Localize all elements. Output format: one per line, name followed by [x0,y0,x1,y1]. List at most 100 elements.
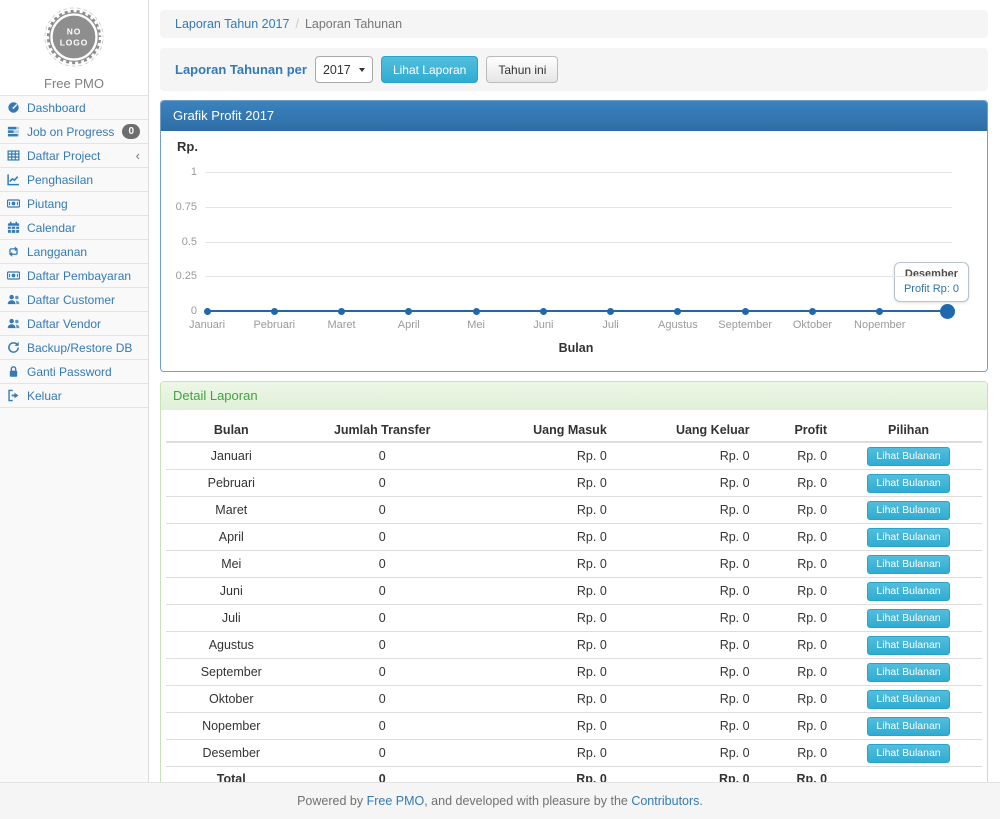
data-point-pebruari[interactable] [271,308,278,315]
sidebar-item-label: Ganti Password [27,365,112,379]
y-tick-label: 0 [165,305,197,317]
sidebar-item-label: Keluar [27,389,62,403]
cell-month: Pebruari [166,470,297,497]
svg-text:NO: NO [67,27,82,37]
breadcrumb-link-laporan-tahun[interactable]: Laporan Tahun 2017 [175,17,289,31]
cell-value: 0 [297,442,468,470]
line-chart-icon [7,173,22,186]
main-content: Laporan Tahun 2017/Laporan Tahunan Lapor… [149,0,1000,782]
data-point-oktober[interactable] [809,308,816,315]
data-point-agustus[interactable] [674,308,681,315]
cell-value: Rp. 0 [758,551,836,578]
gridline [205,207,952,208]
tahun-ini-button[interactable]: Tahun ini [486,56,558,83]
sidebar-item-label: Calendar [27,221,76,235]
sidebar-item-daftar-customer[interactable]: Daftar Customer [0,288,148,312]
sidebar-item-daftar-project[interactable]: Daftar Project‹ [0,144,148,168]
cell-value: Rp. 0 [468,524,615,551]
sidebar-item-dashboard[interactable]: Dashboard [0,96,148,120]
cell-value: Rp. 0 [758,442,836,470]
lihat-bulanan-button[interactable]: Lihat Bulanan [867,609,949,628]
cell-value: Rp. 0 [615,497,758,524]
cell-value: 0 [297,524,468,551]
report-toolbar: Laporan Tahunan per 2017 Lihat Laporan T… [160,48,988,91]
sidebar-item-label: Dashboard [27,101,86,115]
sidebar: NO LOGO Free PMO Dashboard Job on Progres… [0,0,149,782]
cell-value: Rp. 0 [615,578,758,605]
footer-link-contributors[interactable]: Contributors. [631,794,703,808]
sidebar-item-label: Daftar Pembayaran [27,269,131,283]
lihat-bulanan-button[interactable]: Lihat Bulanan [867,717,949,736]
cell-value: 0 [297,632,468,659]
sidebar-item-calendar[interactable]: Calendar [0,216,148,240]
sidebar-item-label: Daftar Vendor [27,317,101,331]
cell-value: Rp. 0 [615,605,758,632]
lihat-bulanan-button[interactable]: Lihat Bulanan [867,582,949,601]
cell-value: Rp. 0 [615,524,758,551]
sidebar-item-job-on-progress[interactable]: Job on Progress0 [0,120,148,144]
cell-value: Rp. 0 [468,578,615,605]
sidebar-item-langganan[interactable]: Langganan [0,240,148,264]
cell-month: April [166,524,297,551]
table-row: Mei0Rp. 0Rp. 0Rp. 0Lihat Bulanan [166,551,982,578]
data-point-juli[interactable] [607,308,614,315]
y-tick-label: 0.75 [165,201,197,213]
lihat-bulanan-button[interactable]: Lihat Bulanan [867,528,949,547]
dashboard-icon [7,101,22,114]
cell-value: Rp. 0 [468,740,615,767]
total-value: Rp. 0 [615,767,758,783]
logo-area: NO LOGO Free PMO [0,0,148,95]
data-point-nopember[interactable] [876,308,883,315]
profit-line-chart: Rp. Bulan Desember Profit Rp: 0 10.750.5… [161,131,987,371]
sidebar-item-keluar[interactable]: Keluar [0,384,148,408]
cell-month: Mei [166,551,297,578]
lihat-bulanan-button[interactable]: Lihat Bulanan [867,636,949,655]
y-tick-label: 1 [165,166,197,178]
sidebar-item-label: Job on Progress [27,125,114,139]
data-point-september[interactable] [742,308,749,315]
data-point-desember[interactable] [940,304,955,319]
profit-chart-panel: Grafik Profit 2017 Rp. Bulan Desember Pr… [160,100,988,372]
cell-value: Rp. 0 [758,605,836,632]
sidebar-item-label: Daftar Customer [27,293,115,307]
cell-value: Rp. 0 [758,524,836,551]
cell-value: Rp. 0 [615,659,758,686]
data-point-januari[interactable] [204,308,211,315]
lihat-bulanan-button[interactable]: Lihat Bulanan [867,663,949,682]
sidebar-item-piutang[interactable]: Piutang [0,192,148,216]
table-icon [7,149,22,162]
no-logo-badge: NO LOGO [44,7,104,67]
data-point-maret[interactable] [338,308,345,315]
tasks-icon [7,125,22,138]
breadcrumb-separator: / [295,17,298,31]
data-point-mei[interactable] [473,308,480,315]
column-header-uang-keluar: Uang Keluar [615,419,758,442]
lihat-bulanan-button[interactable]: Lihat Bulanan [867,690,949,709]
table-row: Oktober0Rp. 0Rp. 0Rp. 0Lihat Bulanan [166,686,982,713]
footer-link-free-pmo[interactable]: Free PMO [367,794,425,808]
cell-value: 0 [297,686,468,713]
lihat-bulanan-button[interactable]: Lihat Bulanan [867,744,949,763]
cell-value: Rp. 0 [468,632,615,659]
lihat-bulanan-button[interactable]: Lihat Bulanan [867,555,949,574]
sidebar-item-backup-restore-db[interactable]: Backup/Restore DB [0,336,148,360]
lihat-bulanan-button[interactable]: Lihat Bulanan [867,447,949,466]
sidebar-item-ganti-password[interactable]: Ganti Password [0,360,148,384]
data-point-juni[interactable] [540,308,547,315]
column-header-jumlah-transfer: Jumlah Transfer [297,419,468,442]
lihat-laporan-button[interactable]: Lihat Laporan [381,56,478,83]
cell-value: 0 [297,497,468,524]
column-header-pilihan: Pilihan [835,419,982,442]
cell-value: Rp. 0 [758,632,836,659]
sidebar-item-penghasilan[interactable]: Penghasilan [0,168,148,192]
sidebar-item-daftar-pembayaran[interactable]: Daftar Pembayaran [0,264,148,288]
sidebar-item-daftar-vendor[interactable]: Daftar Vendor [0,312,148,336]
cell-month: Desember [166,740,297,767]
data-point-april[interactable] [405,308,412,315]
cell-value: Rp. 0 [468,442,615,470]
lihat-bulanan-button[interactable]: Lihat Bulanan [867,474,949,493]
tooltip-title: Desember [904,268,959,280]
lihat-bulanan-button[interactable]: Lihat Bulanan [867,501,949,520]
year-select[interactable]: 2017 [315,56,373,83]
column-header-profit: Profit [758,419,836,442]
